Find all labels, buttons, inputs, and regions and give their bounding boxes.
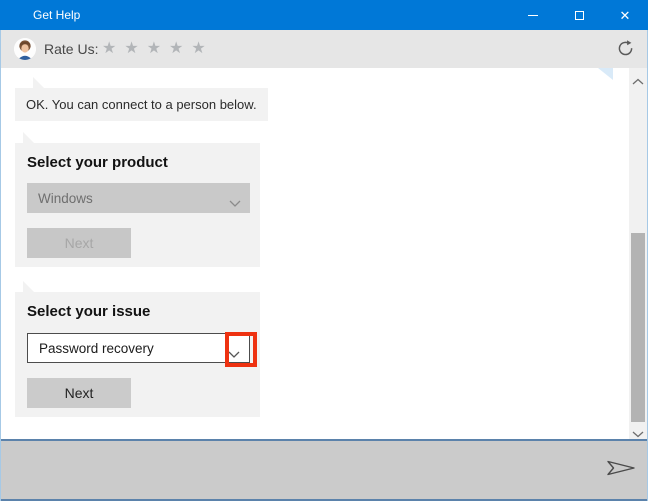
issue-dropdown-value: Password recovery <box>39 340 154 356</box>
star-icon[interactable]: ★ <box>191 39 205 58</box>
maximize-button[interactable] <box>556 0 602 30</box>
rate-us-bar: Rate Us: ★ ★ ★ ★ ★ <box>0 30 648 68</box>
window-border-left <box>0 30 1 501</box>
minimize-button[interactable] <box>510 0 556 30</box>
bot-message-bubble: OK. You can connect to a person below. <box>15 88 268 121</box>
issue-card-heading: Select your issue <box>27 303 151 320</box>
minimize-icon <box>528 14 538 16</box>
bubble-tail <box>23 132 34 143</box>
scroll-down-button[interactable] <box>632 425 644 438</box>
caption-buttons: ✕ <box>510 0 648 30</box>
send-button[interactable] <box>606 458 636 478</box>
scroll-up-button[interactable] <box>632 73 644 85</box>
product-dropdown: Windows <box>27 183 250 213</box>
window-title: Get Help <box>33 8 81 22</box>
star-icon[interactable]: ★ <box>102 39 116 58</box>
chat-surface-tail <box>598 68 613 80</box>
maximize-icon <box>574 10 584 20</box>
star-icon[interactable]: ★ <box>124 39 138 58</box>
person-avatar-icon <box>14 38 36 60</box>
issue-next-button[interactable]: Next <box>27 378 131 408</box>
product-next-button: Next <box>27 228 131 258</box>
star-icon[interactable]: ★ <box>147 39 161 58</box>
close-button[interactable]: ✕ <box>602 0 648 30</box>
rate-us-label: Rate Us: <box>44 41 99 57</box>
close-icon: ✕ <box>619 7 631 23</box>
chevron-up-icon <box>632 78 644 85</box>
get-help-window: Get Help ✕ Rate Us: ★ ★ ★ ★ ★ OK. You ca… <box>0 0 648 501</box>
select-product-card: Select your product Windows Next <box>15 143 260 267</box>
send-icon <box>607 460 635 476</box>
chevron-down-icon <box>632 431 644 438</box>
chat-content: OK. You can connect to a person below. S… <box>1 68 629 439</box>
product-card-heading: Select your product <box>27 154 168 171</box>
vertical-scrollbar[interactable] <box>629 68 647 439</box>
rating-stars: ★ ★ ★ ★ ★ <box>102 39 206 58</box>
bubble-tail <box>23 281 34 292</box>
avatar <box>14 38 36 60</box>
red-highlight-annotation <box>225 332 257 367</box>
bubble-tail <box>33 77 44 88</box>
issue-dropdown[interactable]: Password recovery <box>27 333 250 363</box>
title-bar: Get Help ✕ <box>0 0 648 30</box>
product-dropdown-value: Windows <box>38 190 93 206</box>
star-icon[interactable]: ★ <box>169 39 183 58</box>
chevron-down-icon <box>229 195 241 210</box>
refresh-icon <box>618 40 633 56</box>
bot-message-text: OK. You can connect to a person below. <box>26 97 257 112</box>
message-input-area[interactable] <box>0 439 648 501</box>
scrollbar-thumb[interactable] <box>631 233 645 422</box>
refresh-button[interactable] <box>617 40 634 57</box>
select-issue-card: Select your issue Password recovery Next <box>15 292 260 417</box>
